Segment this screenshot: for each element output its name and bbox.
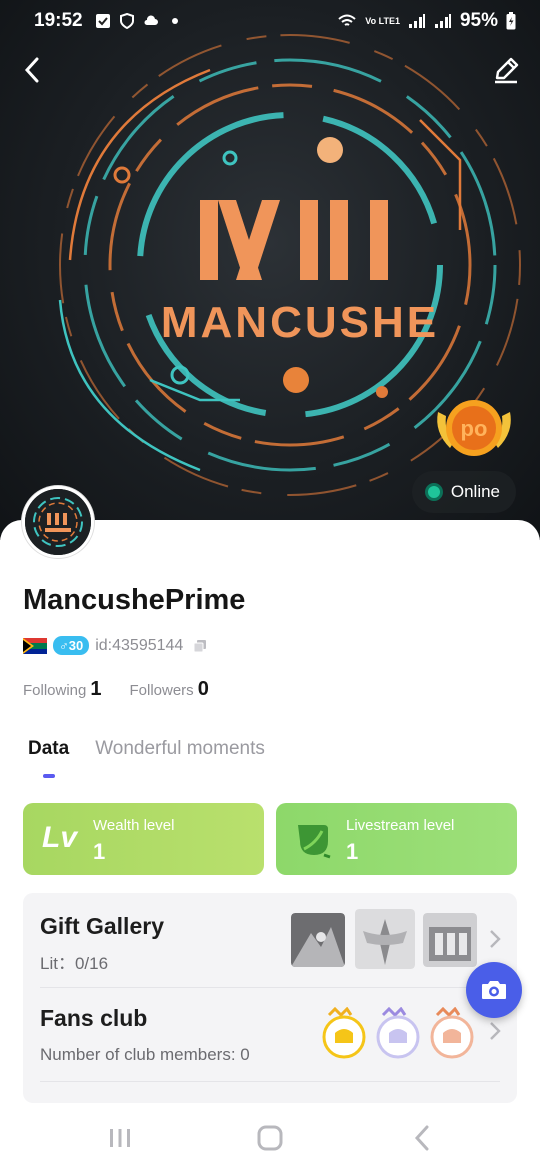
- online-status-badge: Online: [411, 471, 516, 513]
- wealth-level-label: Wealth level: [93, 817, 175, 834]
- check-notification-icon: [95, 14, 110, 28]
- gift-thumb-2: [355, 909, 415, 969]
- follow-stats: Following 1 Followers 0: [23, 678, 209, 701]
- dot-icon: [171, 18, 178, 24]
- shield-icon: [119, 13, 134, 29]
- gift-gallery-row[interactable]: Gift Gallery Lit：0/16: [23, 893, 517, 987]
- gift-thumb-1: [291, 913, 345, 967]
- back-nav-icon[interactable]: [408, 1123, 438, 1153]
- chevron-right-icon: [490, 930, 501, 948]
- pencil-icon: [495, 57, 519, 84]
- network-label: Vo LTE1: [365, 15, 400, 26]
- tab-data[interactable]: Data: [28, 738, 69, 760]
- camera-icon: [482, 981, 506, 999]
- avatar[interactable]: [22, 486, 94, 558]
- profile-meta-row: ♂30 id:43595144: [23, 636, 207, 655]
- leaf-icon: [298, 825, 331, 859]
- user-id: id:43595144: [95, 636, 184, 654]
- status-bar: 19:52 Vo LTE1 95%: [0, 0, 540, 42]
- gift-gallery-lit: Lit：0/16: [40, 954, 109, 973]
- chevron-right-icon: [490, 1022, 501, 1040]
- profile-name: MancushePrime: [23, 584, 246, 616]
- level-badge-icon: po: [437, 400, 511, 456]
- active-tab-indicator: [43, 774, 55, 778]
- following-stat[interactable]: Following 1: [23, 678, 102, 701]
- online-dot-icon: [424, 483, 443, 501]
- livestream-level-card[interactable]: Livestream level 1: [276, 803, 517, 875]
- profile-sections-panel: Gift Gallery Lit：0/16 Fans club Number o…: [23, 893, 517, 1103]
- online-label: Online: [450, 482, 500, 501]
- signal-icon: [408, 14, 425, 28]
- gender-age-badge: ♂30: [53, 636, 90, 655]
- status-time: 19:52: [34, 10, 83, 31]
- battery-icon: [506, 12, 516, 30]
- wealth-lv-icon: Lv: [42, 821, 78, 854]
- wealth-level-value: 1: [93, 839, 106, 864]
- following-label: Following: [23, 682, 87, 699]
- fan-badge-gold-icon: [322, 1007, 366, 1059]
- fans-club-title: Fans club: [40, 1005, 148, 1031]
- battery-percent: 95%: [459, 10, 498, 31]
- livestream-level-label: Livestream level: [346, 817, 455, 834]
- badge-text: po: [461, 416, 488, 441]
- fan-badge-purple-icon: [376, 1007, 420, 1059]
- profile-banner: MANCUSHE 19:52 Vo LTE1 95% po Online: [0, 0, 540, 540]
- chevron-left-icon: [24, 57, 39, 83]
- fans-club-members: Number of club members: 0: [40, 1045, 250, 1064]
- back-button[interactable]: [14, 52, 50, 88]
- wealth-level-card[interactable]: Lv Wealth level 1: [23, 803, 264, 875]
- avatar-image: [25, 489, 91, 555]
- recent-apps-icon[interactable]: [105, 1123, 135, 1153]
- edit-profile-button[interactable]: [488, 52, 524, 88]
- following-count: 1: [90, 678, 102, 700]
- followers-stat[interactable]: Followers 0: [130, 678, 209, 701]
- section-divider: [40, 1081, 500, 1082]
- cloud-icon: [144, 15, 158, 25]
- gift-gallery-title: Gift Gallery: [40, 913, 164, 939]
- camera-button[interactable]: [466, 962, 522, 1018]
- banner-art-title: MANCUSHE: [161, 298, 439, 347]
- south-africa-flag-icon: [23, 637, 47, 654]
- tab-wonderful-moments[interactable]: Wonderful moments: [95, 738, 265, 760]
- followers-label: Followers: [129, 682, 194, 699]
- signal-icon-2: [434, 14, 451, 28]
- system-nav-bar: [0, 1103, 540, 1170]
- home-icon[interactable]: [255, 1123, 285, 1153]
- followers-count: 0: [197, 678, 209, 700]
- gift-thumb-3: [423, 913, 477, 967]
- wifi-icon: [338, 14, 356, 26]
- fan-badge-orange-icon: [430, 1007, 474, 1059]
- livestream-level-value: 1: [346, 839, 359, 864]
- copy-icon[interactable]: [193, 639, 207, 653]
- profile-tabs: Data Wonderful moments: [28, 738, 265, 760]
- fans-club-row[interactable]: Fans club Number of club members: 0: [23, 987, 517, 1081]
